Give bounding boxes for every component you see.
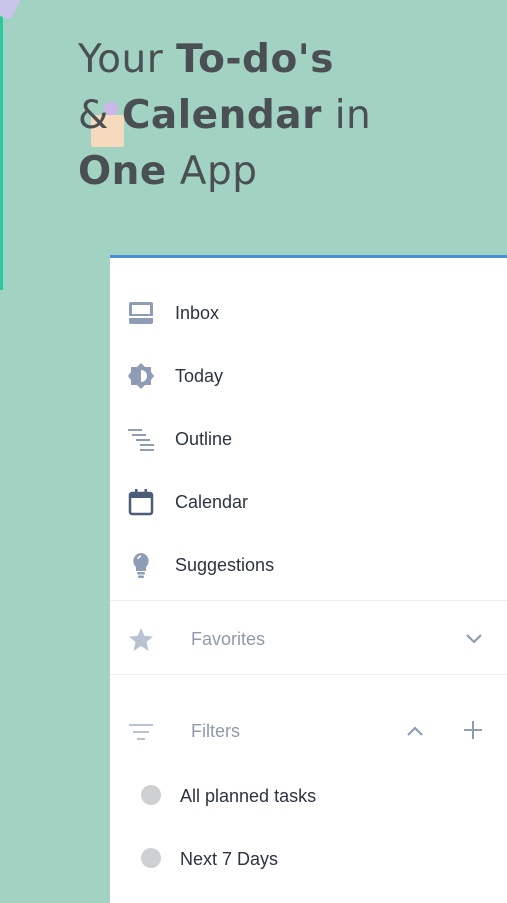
filters-label: Filters xyxy=(191,721,240,741)
favorites-label: Favorites xyxy=(191,629,266,649)
filter-item-next-7-days[interactable]: Next 7 Days xyxy=(110,833,507,883)
inbox-icon xyxy=(129,302,153,324)
headline: Your To-do's & Calendar in One App xyxy=(78,32,498,200)
divider xyxy=(110,600,507,601)
nav-item-inbox[interactable]: Inbox xyxy=(110,285,507,341)
nav-item-label: Today xyxy=(175,366,224,386)
favorites-section[interactable]: Favorites xyxy=(110,614,507,664)
divider xyxy=(110,674,507,675)
filter-item-label: Next 7 Days xyxy=(180,849,279,869)
nav-item-suggestions[interactable]: Suggestions xyxy=(110,537,507,593)
outline-icon xyxy=(128,429,154,451)
filter-item-all-planned-tasks[interactable]: All planned tasks xyxy=(110,770,507,820)
nav-item-label: Outline xyxy=(175,429,233,449)
chevron-down-icon[interactable] xyxy=(464,629,484,649)
nav-item-label: Calendar xyxy=(175,492,249,512)
filter-color-dot xyxy=(141,848,161,868)
filter-icon xyxy=(129,724,153,740)
star-icon xyxy=(129,628,153,651)
add-filter-icon[interactable] xyxy=(463,720,483,740)
headline-line-1: Your To-do's xyxy=(78,37,334,82)
headline-line-2: & Calendar in xyxy=(78,88,498,147)
filters-section[interactable]: Filters xyxy=(110,706,507,756)
today-icon xyxy=(128,363,154,389)
headline-line-3: One App xyxy=(78,149,258,194)
nav-item-label: Suggestions xyxy=(175,555,275,575)
nav-item-outline[interactable]: Outline xyxy=(110,411,507,467)
calendar-icon xyxy=(128,489,154,516)
nav-item-today[interactable]: Today xyxy=(110,348,507,404)
navigation-panel: Inbox Today Outline Calendar Suggestions… xyxy=(110,255,507,903)
left-accent-bar xyxy=(0,0,3,290)
filter-item-label: All planned tasks xyxy=(180,786,317,806)
nav-item-label: Inbox xyxy=(175,303,220,323)
lightbulb-icon xyxy=(133,553,149,578)
decorative-corner-shape xyxy=(0,0,23,21)
chevron-up-icon[interactable] xyxy=(405,721,425,741)
filter-color-dot xyxy=(141,785,161,805)
nav-item-calendar[interactable]: Calendar xyxy=(110,474,507,530)
